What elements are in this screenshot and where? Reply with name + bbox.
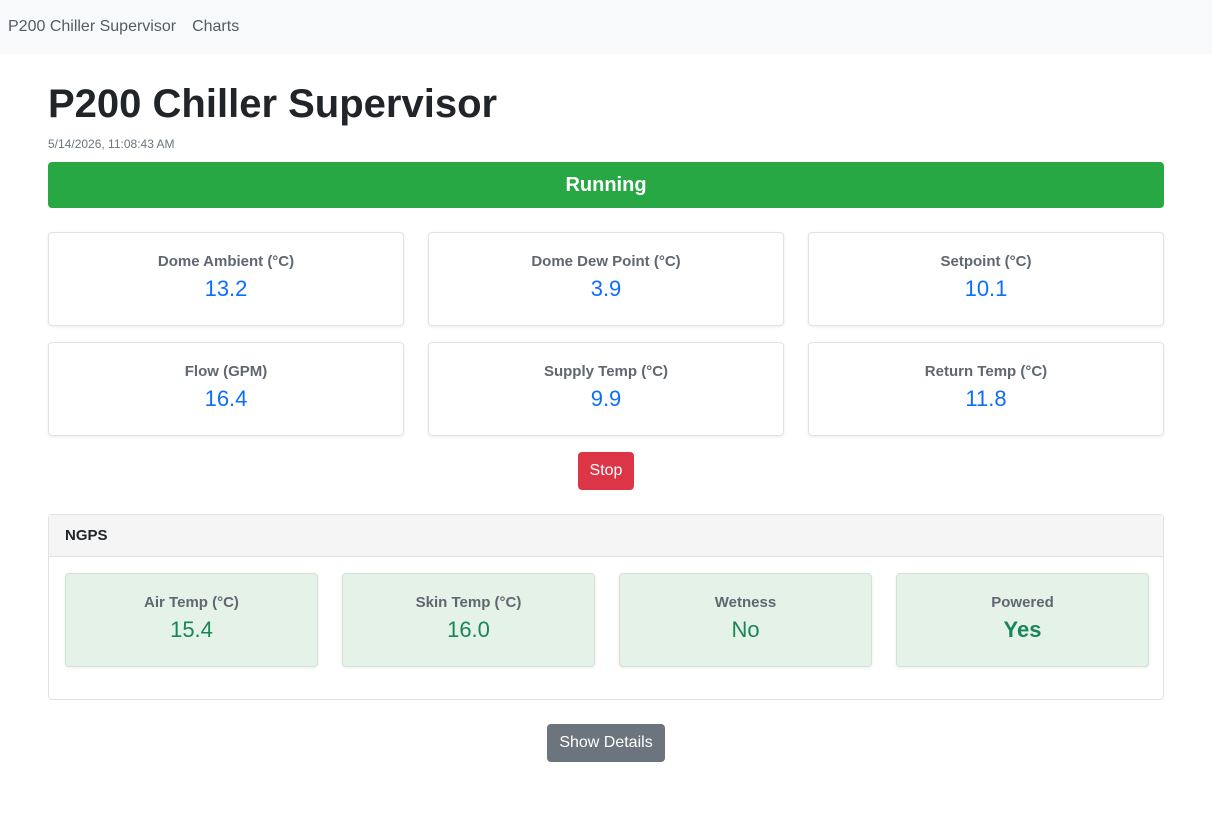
ngps-body: Air Temp (°C) 15.4 Skin Temp (°C) 16.0 W… xyxy=(49,557,1163,683)
status-banner: Running xyxy=(48,162,1164,208)
nav-link-charts[interactable]: Charts xyxy=(192,18,239,36)
ngps-label: Skin Temp (°C) xyxy=(415,594,522,611)
navbar-brand[interactable]: P200 Chiller Supervisor xyxy=(8,18,176,36)
ngps-label: Powered xyxy=(991,594,1054,611)
page-title: P200 Chiller Supervisor xyxy=(48,82,498,126)
details-button-row: Show Details xyxy=(48,700,1164,762)
metric-card-dome-dew-point: Dome Dew Point (°C) 3.9 xyxy=(428,232,784,326)
main-container: P200 Chiller Supervisor 5/14/2026, 11:08… xyxy=(48,54,1164,762)
ngps-panel: NGPS Air Temp (°C) 15.4 Skin Temp (°C) 1… xyxy=(48,514,1164,700)
metric-label: Return Temp (°C) xyxy=(924,363,1048,380)
ngps-card-wetness: Wetness No xyxy=(619,573,872,667)
ngps-header: NGPS xyxy=(49,515,1163,557)
metric-card-flow: Flow (GPM) 16.4 xyxy=(48,342,404,436)
metric-value: 10.1 xyxy=(964,276,1008,301)
metric-value: 9.9 xyxy=(590,386,622,411)
metric-value: 13.2 xyxy=(204,276,248,301)
ngps-value: 15.4 xyxy=(170,617,213,642)
metric-label: Supply Temp (°C) xyxy=(543,363,669,380)
timestamp: 5/14/2026, 11:08:43 AM xyxy=(48,137,175,151)
stop-button[interactable]: Stop xyxy=(577,452,635,490)
navbar: P200 Chiller Supervisor Charts xyxy=(0,0,1212,54)
ngps-card-skin-temp: Skin Temp (°C) 16.0 xyxy=(342,573,595,667)
metric-label: Dome Dew Point (°C) xyxy=(531,253,681,270)
stop-button-row: Stop xyxy=(48,436,1164,490)
ngps-value: No xyxy=(731,617,760,642)
ngps-card-powered: Powered Yes xyxy=(896,573,1149,667)
metrics-grid: Dome Ambient (°C) 13.2 Dome Dew Point (°… xyxy=(48,232,1164,436)
ngps-value: 16.0 xyxy=(447,617,490,642)
show-details-button[interactable]: Show Details xyxy=(547,724,665,762)
ngps-card-air-temp: Air Temp (°C) 15.4 xyxy=(65,573,318,667)
metric-card-supply-temp: Supply Temp (°C) 9.9 xyxy=(428,342,784,436)
ngps-value: Yes xyxy=(1003,617,1042,642)
metric-value: 3.9 xyxy=(590,276,622,301)
metric-value: 16.4 xyxy=(204,386,248,411)
ngps-label: Air Temp (°C) xyxy=(144,594,239,611)
metric-card-setpoint: Setpoint (°C) 10.1 xyxy=(808,232,1164,326)
metric-card-dome-ambient: Dome Ambient (°C) 13.2 xyxy=(48,232,404,326)
ngps-label: Wetness xyxy=(714,594,777,611)
metric-value: 11.8 xyxy=(965,386,1007,411)
metric-label: Setpoint (°C) xyxy=(940,253,1032,270)
metric-card-return-temp: Return Temp (°C) 11.8 xyxy=(808,342,1164,436)
metric-label: Flow (GPM) xyxy=(184,363,268,380)
metric-label: Dome Ambient (°C) xyxy=(157,253,295,270)
